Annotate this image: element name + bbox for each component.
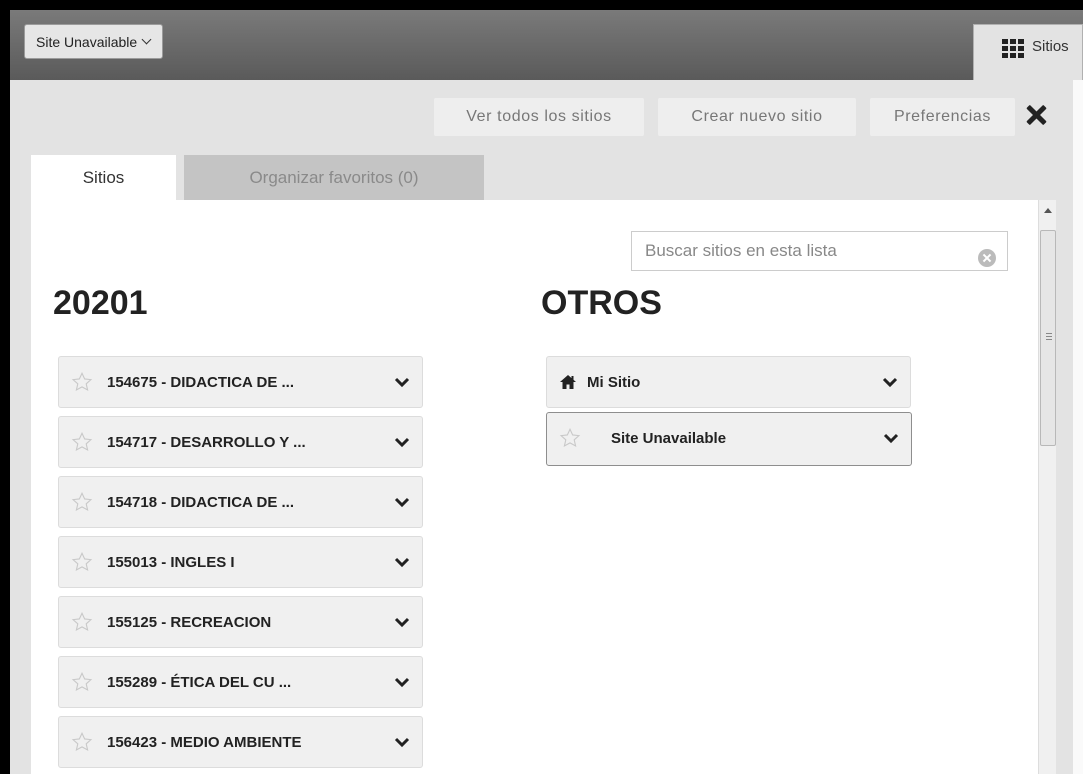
list-item-my-site[interactable]: Mi Sitio <box>546 356 911 408</box>
chevron-down-icon[interactable] <box>394 676 410 688</box>
list-item-site-unavailable[interactable]: Site Unavailable <box>546 412 912 466</box>
site-label: Site Unavailable <box>611 430 727 447</box>
site-selector-dropdown[interactable]: Site Unavailable <box>24 24 164 59</box>
sitios-button[interactable]: Sitios <box>973 24 1083 80</box>
apps-grid-icon <box>1002 39 1024 58</box>
star-icon[interactable] <box>559 427 581 449</box>
list-item[interactable]: 154675 - DIDACTICA DE ... <box>58 356 423 408</box>
preferences-button[interactable]: Preferencias <box>870 98 1015 136</box>
list-item[interactable]: 154717 - DESARROLLO Y ... <box>58 416 423 468</box>
star-icon[interactable] <box>71 491 93 513</box>
sitios-label: Sitios <box>1032 38 1069 55</box>
others-column-title: OTROS <box>541 284 662 322</box>
sites-list-content: 20201 OTROS 154675 - DIDACTICA DE ... 15… <box>31 200 1044 774</box>
chevron-down-icon[interactable] <box>394 376 410 388</box>
chevron-down-icon[interactable] <box>394 556 410 568</box>
site-selector-label: Site Unavailable <box>36 33 138 50</box>
star-icon[interactable] <box>71 431 93 453</box>
sites-drawer-frame: Site Unavailable Sitios Ver todos los si… <box>10 10 1083 774</box>
site-label: 155125 - RECREACION <box>107 614 272 631</box>
background-page-edge <box>1073 80 1083 774</box>
grip-icon <box>1046 333 1052 340</box>
site-label: 154718 - DIDACTICA DE ... <box>107 494 294 511</box>
chevron-down-icon <box>141 34 152 45</box>
clear-search-icon[interactable] <box>978 249 996 267</box>
chevron-down-icon[interactable] <box>394 436 410 448</box>
search-sites-input[interactable] <box>631 231 1008 271</box>
site-label: 156423 - MEDIO AMBIENTE <box>107 734 302 751</box>
chevron-down-icon[interactable] <box>394 736 410 748</box>
view-all-sites-button[interactable]: Ver todos los sitios <box>434 98 644 136</box>
home-icon <box>559 374 577 390</box>
scroll-up-arrow-icon[interactable] <box>1044 208 1052 213</box>
site-label: 154675 - DIDACTICA DE ... <box>107 374 294 391</box>
star-icon[interactable] <box>71 731 93 753</box>
vertical-scrollbar[interactable] <box>1038 200 1056 774</box>
list-item[interactable]: 155289 - ÉTICA DEL CU ... <box>58 656 423 708</box>
sites-panel: Ver todos los sitios Crear nuevo sitio P… <box>10 80 1083 774</box>
site-label: Mi Sitio <box>587 374 641 391</box>
site-label: 154717 - DESARROLLO Y ... <box>107 434 306 451</box>
star-icon[interactable] <box>71 371 93 393</box>
scrollbar-thumb[interactable] <box>1040 230 1056 446</box>
tab-organize-favorites[interactable]: Organizar favoritos (0) <box>184 155 484 200</box>
star-icon[interactable] <box>71 671 93 693</box>
close-icon[interactable] <box>1023 102 1049 128</box>
term-column-title: 20201 <box>53 284 148 322</box>
chevron-down-icon[interactable] <box>394 616 410 628</box>
top-bar: Site Unavailable Sitios <box>10 10 1083 80</box>
chevron-down-icon[interactable] <box>394 496 410 508</box>
star-icon[interactable] <box>71 611 93 633</box>
chevron-down-icon[interactable] <box>882 376 898 388</box>
tab-sites[interactable]: Sitios <box>31 155 176 200</box>
list-item[interactable]: 155013 - INGLES I <box>58 536 423 588</box>
list-item[interactable]: 154718 - DIDACTICA DE ... <box>58 476 423 528</box>
chevron-down-icon[interactable] <box>883 432 899 444</box>
star-icon[interactable] <box>71 551 93 573</box>
site-label: 155013 - INGLES I <box>107 554 235 571</box>
list-item[interactable]: 155125 - RECREACION <box>58 596 423 648</box>
list-item[interactable]: 156423 - MEDIO AMBIENTE <box>58 716 423 768</box>
create-new-site-button[interactable]: Crear nuevo sitio <box>658 98 856 136</box>
site-label: 155289 - ÉTICA DEL CU ... <box>107 674 292 691</box>
